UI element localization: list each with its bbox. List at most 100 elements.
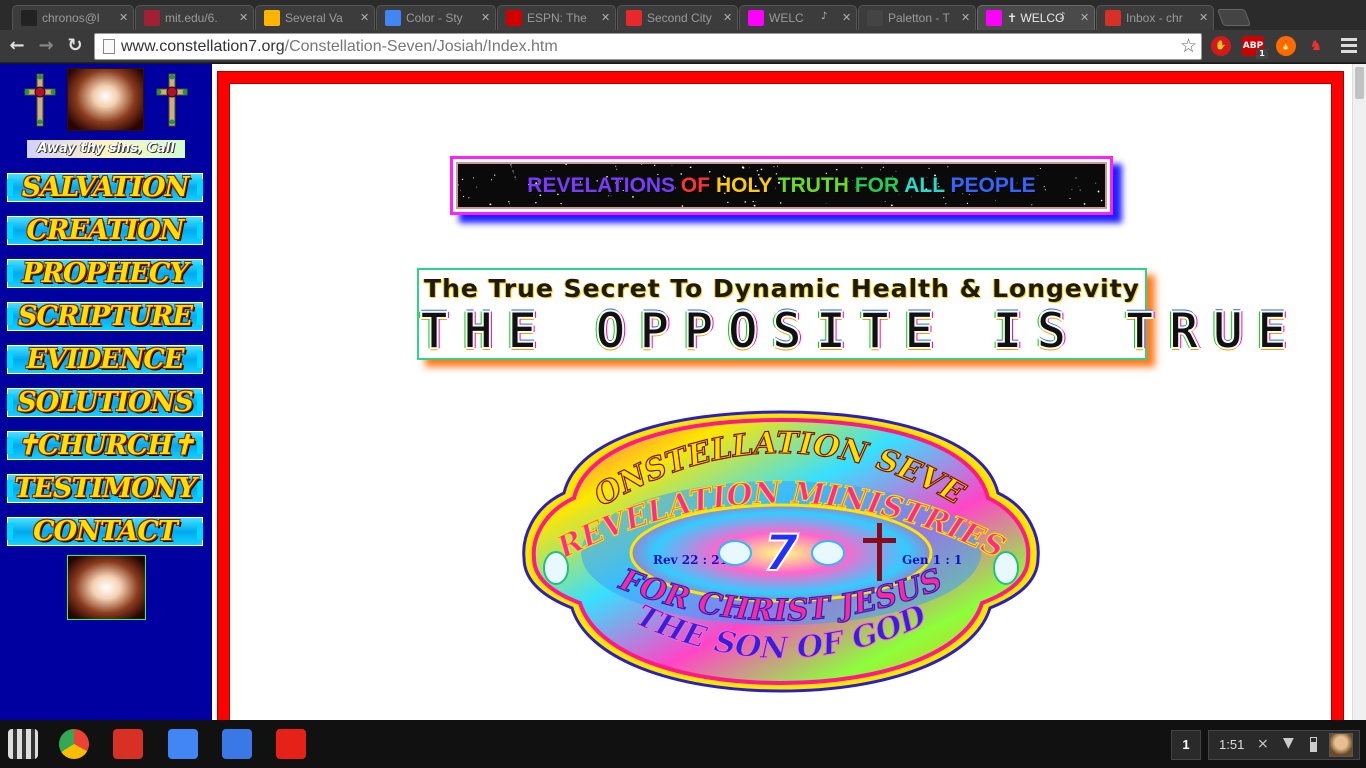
tab-title: Second City <box>647 11 712 25</box>
tab-strip: chronos@l ✕ mit.edu/6. ✕ Several Va ✕ Color - … <box>0 0 1366 30</box>
star <box>681 205 684 207</box>
tab[interactable]: Several Va ✕ <box>255 5 375 30</box>
sidebar-nav-button[interactable]: SCRIPTURE <box>5 300 205 333</box>
revelations-banner: REVELATIONS OF HOLY TRUTH FOR ALL PEOPLE <box>450 156 1113 215</box>
star <box>509 203 511 205</box>
reload-button[interactable]: ↻ <box>64 35 86 57</box>
star <box>489 203 492 206</box>
fire-extension-icon[interactable]: 🔥 <box>1276 36 1296 56</box>
close-tab-icon[interactable]: ✕ <box>119 11 128 24</box>
tab[interactable]: ESPN: The ✕ <box>497 5 616 30</box>
bookmark-star-icon[interactable]: ☆ <box>1180 35 1197 57</box>
sidebar-nav-button[interactable]: ✝CHURCH✝ <box>5 429 205 462</box>
star <box>749 167 750 169</box>
site-sidebar: Away thy sins, Call SALVATION CREATION PRO… <box>0 64 212 720</box>
constellation-seven-emblem[interactable]: CONSTELLATION SEVEN REVELATION MINISTRIE… <box>520 408 1042 695</box>
emblem-ref-left: Rev 22 : 21 <box>653 553 728 567</box>
star <box>890 204 893 207</box>
banner-word: HOLY <box>715 174 772 197</box>
star <box>1069 197 1071 200</box>
launcher-icon[interactable] <box>8 729 38 759</box>
star <box>994 171 996 173</box>
system-tray[interactable]: 1:51 ⨯ ▼ <box>1208 730 1360 760</box>
page-scrollbar[interactable] <box>1352 64 1366 720</box>
opposite-true-banner[interactable]: The True Secret To Dynamic Health & Long… <box>417 268 1302 360</box>
star <box>653 164 656 166</box>
notification-badge[interactable]: 1 <box>1171 730 1201 760</box>
url-text[interactable]: www.constellation7.org/Constellation-Sev… <box>121 38 558 56</box>
close-tab-icon[interactable]: ✕ <box>1199 11 1208 24</box>
banner-word: REVELATIONS <box>527 174 676 197</box>
close-tab-icon[interactable]: ✕ <box>601 11 610 24</box>
gmail-icon[interactable] <box>113 729 143 759</box>
sidebar-nav-label: SALVATION <box>21 172 189 203</box>
sidebar-nav-button[interactable]: CREATION <box>5 214 205 247</box>
tab-title: Several Va <box>285 11 343 25</box>
youtube-icon[interactable] <box>276 729 306 759</box>
tab[interactable]: Inbox - chr ✕ <box>1096 5 1214 30</box>
address-bar[interactable]: www.constellation7.org/Constellation-Sev… <box>94 33 1202 60</box>
close-tab-icon[interactable]: ✕ <box>1080 11 1089 24</box>
star <box>689 166 692 169</box>
tab[interactable]: ✝ WELCO ♪ ✕ <box>977 5 1095 30</box>
star <box>928 167 930 170</box>
sidebar-nav-button[interactable]: PROPHECY <box>5 257 205 290</box>
star <box>508 201 510 203</box>
star <box>755 200 757 202</box>
star <box>895 170 897 172</box>
back-button[interactable]: ← <box>6 35 28 57</box>
docs-icon[interactable] <box>222 729 252 759</box>
chrome-icon[interactable] <box>59 729 89 759</box>
close-tab-icon[interactable]: ✕ <box>961 11 970 24</box>
star <box>861 167 863 169</box>
star <box>756 170 759 172</box>
rainbow-star-icon <box>748 10 764 26</box>
tab-title: Paletton - T <box>888 11 950 25</box>
tab[interactable]: WELC ♪ ✕ <box>739 5 857 30</box>
star <box>565 164 568 165</box>
new-tab-button[interactable] <box>1216 9 1252 26</box>
close-tab-icon[interactable]: ✕ <box>481 11 490 24</box>
tab-title: Color - Sty <box>406 11 463 25</box>
mario-extension-icon[interactable]: ♞ <box>1306 36 1326 56</box>
star <box>510 164 512 166</box>
tab[interactable]: Paletton - T ✕ <box>858 5 976 30</box>
sidebar-nav-button[interactable]: EVIDENCE <box>5 343 205 376</box>
close-tab-icon[interactable]: ✕ <box>723 11 732 24</box>
tab-title: mit.edu/6. <box>165 11 218 25</box>
chrome-menu-icon[interactable] <box>1341 38 1357 54</box>
tab[interactable]: mit.edu/6. ✕ <box>135 5 254 30</box>
forward-button[interactable]: → <box>35 35 57 57</box>
tab[interactable]: chronos@l ✕ <box>12 5 134 30</box>
sidebar-nav-label: CREATION <box>26 215 185 246</box>
tab[interactable]: Color - Sty ✕ <box>376 5 496 30</box>
scrollbar-thumb[interactable] <box>1355 67 1364 99</box>
clock: 1:51 <box>1219 737 1245 752</box>
close-tab-icon[interactable]: ✕ <box>360 11 369 24</box>
star <box>616 168 618 170</box>
star <box>879 169 881 171</box>
url-domain: www.constellation7.org <box>121 38 285 55</box>
sidebar-nav-button[interactable]: SALVATION <box>5 171 205 204</box>
page-viewport: Away thy sins, Call SALVATION CREATION PRO… <box>0 64 1352 720</box>
sidebar-nav-button[interactable]: TESTIMONY <box>5 472 205 505</box>
glowing-bible-image[interactable] <box>67 555 146 620</box>
sidebar-nav-button[interactable]: SOLUTIONS <box>5 386 205 419</box>
sidebar-nav-label: ✝CHURCH✝ <box>16 430 194 461</box>
banner-word: FOR <box>854 174 900 197</box>
star <box>535 202 537 204</box>
star <box>546 170 547 172</box>
banner-title: THE OPPOSITE IS TRUE <box>418 302 1302 360</box>
stop-hand-extension-icon[interactable]: ✋ <box>1211 36 1231 56</box>
banner-headline: REVELATIONS OF HOLY TRUTH FOR ALL PEOPLE <box>458 174 1105 198</box>
google-search-icon[interactable] <box>168 729 198 759</box>
scrolling-slogan: Away thy sins, Call <box>27 140 185 158</box>
sidebar-nav-button[interactable]: CONTACT <box>5 515 205 548</box>
page-icon <box>103 39 115 54</box>
adblock-count-badge: 1 <box>1256 49 1268 59</box>
close-tab-icon[interactable]: ✕ <box>239 11 248 24</box>
close-tab-icon[interactable]: ✕ <box>842 11 851 24</box>
star <box>884 200 886 202</box>
rainbow-star-icon <box>986 10 1002 26</box>
tab[interactable]: Second City ✕ <box>617 5 738 30</box>
